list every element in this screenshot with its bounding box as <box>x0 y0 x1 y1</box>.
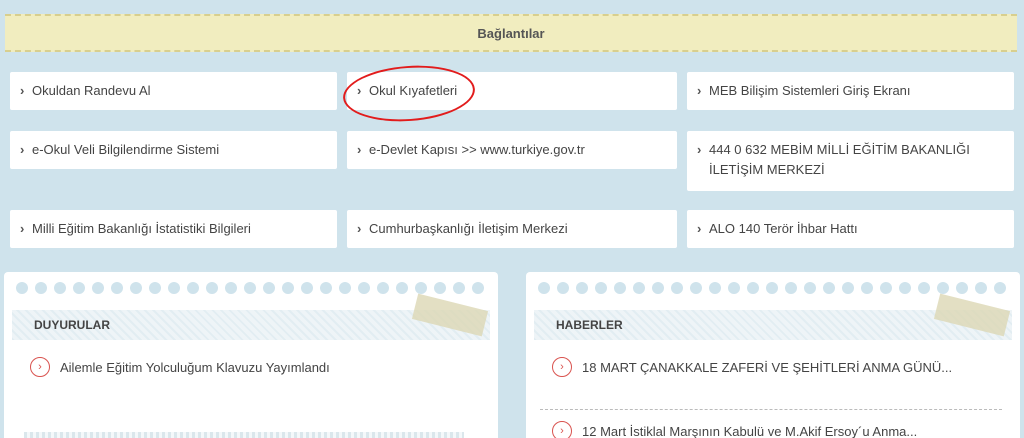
link-label: e-Devlet Kapısı >> www.turkiye.gov.tr <box>369 142 585 157</box>
link-label: ALO 140 Terör İhbar Hattı <box>709 221 858 236</box>
arrow-circle-right-icon: › <box>552 357 572 377</box>
chevron-right-icon: › <box>697 221 702 236</box>
chevron-right-icon: › <box>357 142 362 157</box>
arrow-circle-right-icon: › <box>552 421 572 438</box>
link-label: e-Okul Veli Bilgilendirme Sistemi <box>32 142 220 157</box>
chevron-right-icon: › <box>20 142 25 157</box>
arrow-circle-right-icon: › <box>30 357 50 377</box>
link-e-devlet[interactable]: › e-Devlet Kapısı >> www.turkiye.gov.tr <box>347 131 677 169</box>
item-label: 12 Mart İstiklal Marşının Kabulü ve M.Ak… <box>582 423 918 438</box>
news-panel: HABERLER › 18 MART ÇANAKKALE ZAFERİ VE Ş… <box>526 272 1020 438</box>
section-title: Bağlantılar <box>477 25 545 41</box>
chevron-right-icon: › <box>697 83 702 98</box>
item-label: Ailemle Eğitim Yolculuğum Klavuzu Yayıml… <box>60 359 330 375</box>
announcement-item[interactable]: › Ailemle Eğitim Yolculuğum Klavuzu Yayı… <box>14 346 488 388</box>
link-meb-bilisim-sistemleri[interactable]: › MEB Bilişim Sistemleri Giriş Ekranı <box>687 72 1014 110</box>
binder-holes <box>16 282 486 294</box>
section-banner: Bağlantılar <box>5 14 1017 52</box>
link-label: Cumhurbaşkanlığı İletişim Merkezi <box>369 221 568 236</box>
link-okuldan-randevu-al[interactable]: › Okuldan Randevu Al <box>10 72 337 110</box>
link-cumhurbaskanligi[interactable]: › Cumhurbaşkanlığı İletişim Merkezi <box>347 210 677 248</box>
binder-holes <box>538 282 1008 294</box>
chevron-right-icon: › <box>357 83 362 98</box>
news-item[interactable]: › 18 MART ÇANAKKALE ZAFERİ VE ŞEHİTLERİ … <box>536 346 1010 388</box>
announcements-panel: DUYURULAR › Ailemle Eğitim Yolculuğum Kl… <box>4 272 498 438</box>
link-meb-istatistik[interactable]: › Milli Eğitim Bakanlığı İstatistiki Bil… <box>10 210 337 248</box>
link-label: 444 0 632 MEBİM MİLLİ EĞİTİM BAKANLIĞI İ… <box>709 142 970 177</box>
chevron-right-icon: › <box>20 83 25 98</box>
link-e-okul-veli[interactable]: › e-Okul Veli Bilgilendirme Sistemi <box>10 131 337 169</box>
link-label: MEB Bilişim Sistemleri Giriş Ekranı <box>709 83 911 98</box>
item-label: 18 MART ÇANAKKALE ZAFERİ VE ŞEHİTLERİ AN… <box>582 359 953 375</box>
chevron-right-icon: › <box>357 221 362 236</box>
link-okul-kiyafetleri[interactable]: › Okul Kıyafetleri <box>347 72 677 110</box>
links-grid: › Okuldan Randevu Al › Okul Kıyafetleri … <box>10 72 1014 248</box>
link-label: Okul Kıyafetleri <box>369 83 458 98</box>
link-alo-140[interactable]: › ALO 140 Terör İhbar Hattı <box>687 210 1014 248</box>
news-item[interactable]: › 12 Mart İstiklal Marşının Kabulü ve M.… <box>536 410 1010 438</box>
panel-title: DUYURULAR <box>34 318 110 332</box>
link-label: Milli Eğitim Bakanlığı İstatistiki Bilgi… <box>32 221 251 236</box>
chevron-right-icon: › <box>20 221 25 236</box>
link-label: Okuldan Randevu Al <box>32 83 151 98</box>
link-mebim-iletisim[interactable]: › 444 0 632 MEBİM MİLLİ EĞİTİM BAKANLIĞI… <box>687 131 1014 191</box>
panel-title: HABERLER <box>556 318 623 332</box>
panel-edge <box>24 432 464 438</box>
chevron-right-icon: › <box>697 142 702 157</box>
